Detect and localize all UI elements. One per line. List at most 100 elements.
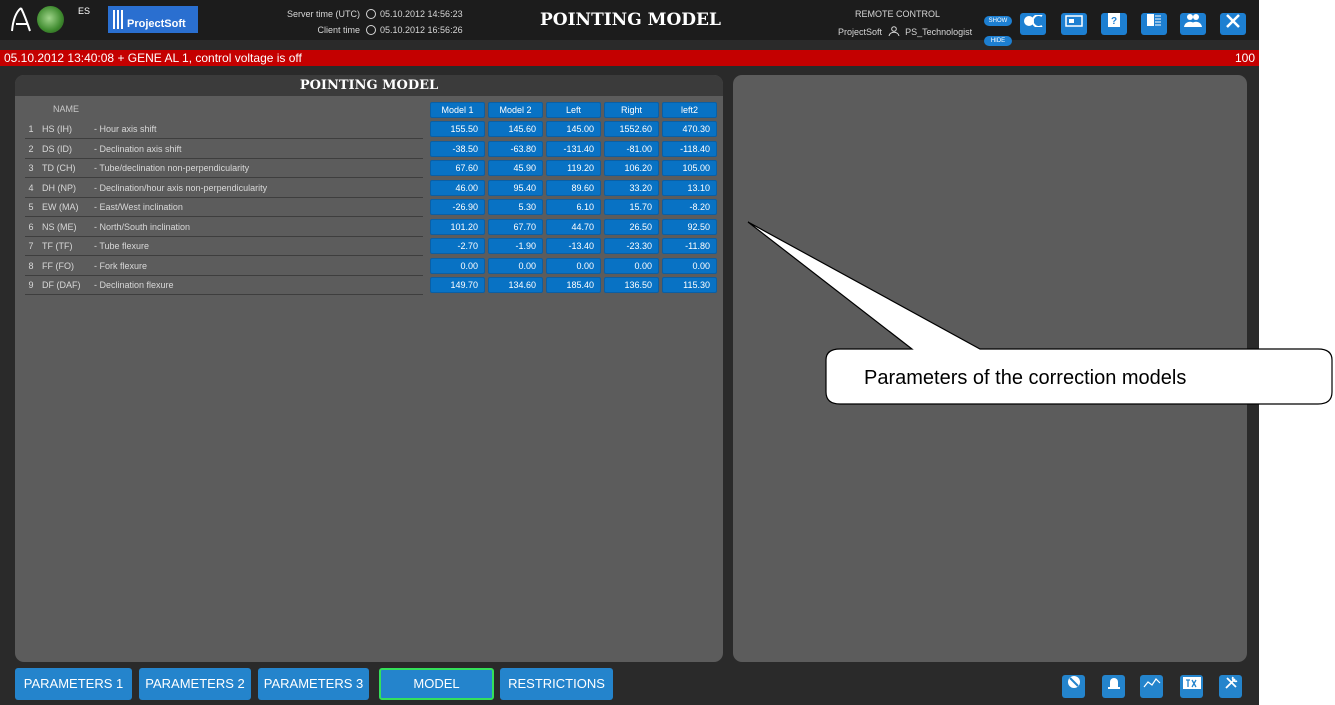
hide-button[interactable]: HIDE <box>984 36 1012 46</box>
value-cell[interactable]: 155.50 <box>430 121 485 137</box>
client-time-value: 05.10.2012 16:56:26 <box>380 25 463 35</box>
tab-parameters-2[interactable]: PARAMETERS 2 <box>139 668 251 700</box>
parameter-code: FF (FO) <box>42 260 74 271</box>
value-cell[interactable]: -131.40 <box>546 140 601 157</box>
row-number: 6 <box>28 221 34 232</box>
value-cell[interactable]: -11.80 <box>662 238 717 254</box>
parameter-name-cell: 8 FF (FO) - Fork flexure <box>25 257 423 276</box>
svg-text:?: ? <box>1111 16 1117 27</box>
parameter-code: TD (CH) <box>42 163 76 173</box>
value-cell[interactable]: -8.20 <box>662 199 717 215</box>
value-cell[interactable]: 67.70 <box>488 218 543 235</box>
trend-icon[interactable] <box>1140 675 1163 698</box>
clock-icon <box>366 25 376 35</box>
client-time-label: Client time <box>317 25 360 35</box>
alarm-count: 100 <box>1234 51 1255 65</box>
row-number: 4 <box>28 182 34 193</box>
app-window: ES ProjectSoft Server time (UTC) 05.10.20… <box>0 0 1259 705</box>
value-cell[interactable]: 119.20 <box>546 160 601 176</box>
value-cell[interactable]: 101.20 <box>430 218 485 235</box>
value-cell[interactable]: 115.30 <box>662 277 717 293</box>
value-cell[interactable]: 0.00 <box>546 257 601 274</box>
logo-text: ProjectSoft <box>127 18 186 30</box>
alarm-light-icon[interactable] <box>1102 675 1125 698</box>
value-cell[interactable]: 149.70 <box>430 277 485 293</box>
value-cell[interactable]: -26.90 <box>430 199 485 215</box>
clock-icon <box>366 9 376 19</box>
dome-icon[interactable] <box>1020 13 1046 35</box>
column-header-left2[interactable]: left2 <box>662 102 717 118</box>
tab-parameters-1[interactable]: PARAMETERS 1 <box>15 668 132 700</box>
value-cell[interactable]: 145.60 <box>488 121 543 137</box>
alarm-bar[interactable]: 05.10.2012 13:40:08 + GENE AL 1, control… <box>0 50 1259 66</box>
tab-parameters-3[interactable]: PARAMETERS 3 <box>258 668 369 700</box>
value-cell[interactable]: 6.10 <box>546 199 601 215</box>
value-cell[interactable]: -13.40 <box>546 238 601 254</box>
table-row: 1 HS (IH) - Hour axis shift 155.50 145.60 145… <box>25 120 717 139</box>
tab-model[interactable]: MODEL <box>379 668 494 700</box>
value-cell[interactable]: 470.30 <box>662 121 717 137</box>
value-cell[interactable]: 13.10 <box>662 179 717 196</box>
callout-text: Parameters of the correction models <box>864 367 1187 389</box>
value-cell[interactable]: -81.00 <box>604 140 659 157</box>
no-entry-icon[interactable] <box>1062 675 1085 698</box>
row-number: 5 <box>28 202 34 212</box>
document-icon[interactable] <box>1141 13 1167 35</box>
parameter-description: - Declination axis shift <box>94 143 182 154</box>
value-cell[interactable]: 44.70 <box>546 218 601 235</box>
name-column-header: NAME <box>53 104 80 114</box>
column-header-model-1[interactable]: Model 1 <box>430 102 485 118</box>
parameter-code: HS (IH) <box>42 124 72 134</box>
tab-restrictions[interactable]: RESTRICTIONS <box>500 668 613 700</box>
value-cell[interactable]: 0.00 <box>604 257 659 274</box>
users-icon[interactable] <box>1180 13 1206 35</box>
value-cell[interactable]: 95.40 <box>488 179 543 196</box>
value-cell[interactable]: -38.50 <box>430 140 485 157</box>
text-icon[interactable] <box>1180 675 1203 698</box>
alarm-message: 05.10.2012 13:40:08 + GENE AL 1, control… <box>4 51 302 65</box>
help-icon[interactable]: ? <box>1101 13 1127 35</box>
screen-icon[interactable] <box>1061 13 1087 35</box>
parameter-code: TF (TF) <box>42 241 73 251</box>
value-cell[interactable]: 145.00 <box>546 121 601 137</box>
value-cell[interactable]: 105.00 <box>662 160 717 176</box>
value-cell[interactable]: 185.40 <box>546 277 601 293</box>
value-cell[interactable]: 106.20 <box>604 160 659 176</box>
header-bar: ES ProjectSoft Server time (UTC) 05.10.20… <box>0 0 1259 46</box>
column-header-model-2[interactable]: Model 2 <box>488 102 543 118</box>
value-cell[interactable]: 15.70 <box>604 199 659 215</box>
value-cell[interactable]: 1552.60 <box>604 121 659 137</box>
parameter-code: DS (ID) <box>42 143 72 154</box>
table-row: 6 NS (ME) - North/South inclination 101.20 6… <box>25 218 717 237</box>
value-cell[interactable]: 0.00 <box>430 257 485 274</box>
column-header-left[interactable]: Left <box>546 102 601 118</box>
value-cell[interactable]: -2.70 <box>430 238 485 254</box>
value-cell[interactable]: 26.50 <box>604 218 659 235</box>
value-cell[interactable]: 33.20 <box>604 179 659 196</box>
value-cell[interactable]: 0.00 <box>662 257 717 274</box>
value-cell[interactable]: 89.60 <box>546 179 601 196</box>
parameter-code: NS (ME) <box>42 221 77 232</box>
table-row: 4 DH (NP) - Declination/hour axis non-perp… <box>25 179 717 198</box>
value-cell[interactable]: 0.00 <box>488 257 543 274</box>
value-cell[interactable]: 136.50 <box>604 277 659 293</box>
value-cell[interactable]: 67.60 <box>430 160 485 176</box>
value-cell[interactable]: 45.90 <box>488 160 543 176</box>
tools-icon[interactable] <box>1220 13 1246 35</box>
remote-control-label: REMOTE CONTROL <box>855 9 941 19</box>
column-header-right[interactable]: Right <box>604 102 659 118</box>
value-cell[interactable]: -23.30 <box>604 238 659 254</box>
parameter-name-cell: 5 EW (MA) - East/West inclination <box>25 198 423 217</box>
value-cell[interactable]: -1.90 <box>488 238 543 254</box>
value-cell[interactable]: -118.40 <box>662 140 717 157</box>
parameter-name-cell: 9 DF (DAF) - Declination flexure <box>25 276 423 295</box>
remote-company: ProjectSoft <box>838 27 883 37</box>
show-button[interactable]: SHOW <box>984 16 1012 26</box>
table-header: NAME Model 1 Model 2 Left Right left2 <box>25 101 717 119</box>
value-cell[interactable]: -63.80 <box>488 140 543 157</box>
value-cell[interactable]: 92.50 <box>662 218 717 235</box>
settings-tools-icon[interactable] <box>1219 675 1242 698</box>
value-cell[interactable]: 134.60 <box>488 277 543 293</box>
value-cell[interactable]: 5.30 <box>488 199 543 215</box>
value-cell[interactable]: 46.00 <box>430 179 485 196</box>
